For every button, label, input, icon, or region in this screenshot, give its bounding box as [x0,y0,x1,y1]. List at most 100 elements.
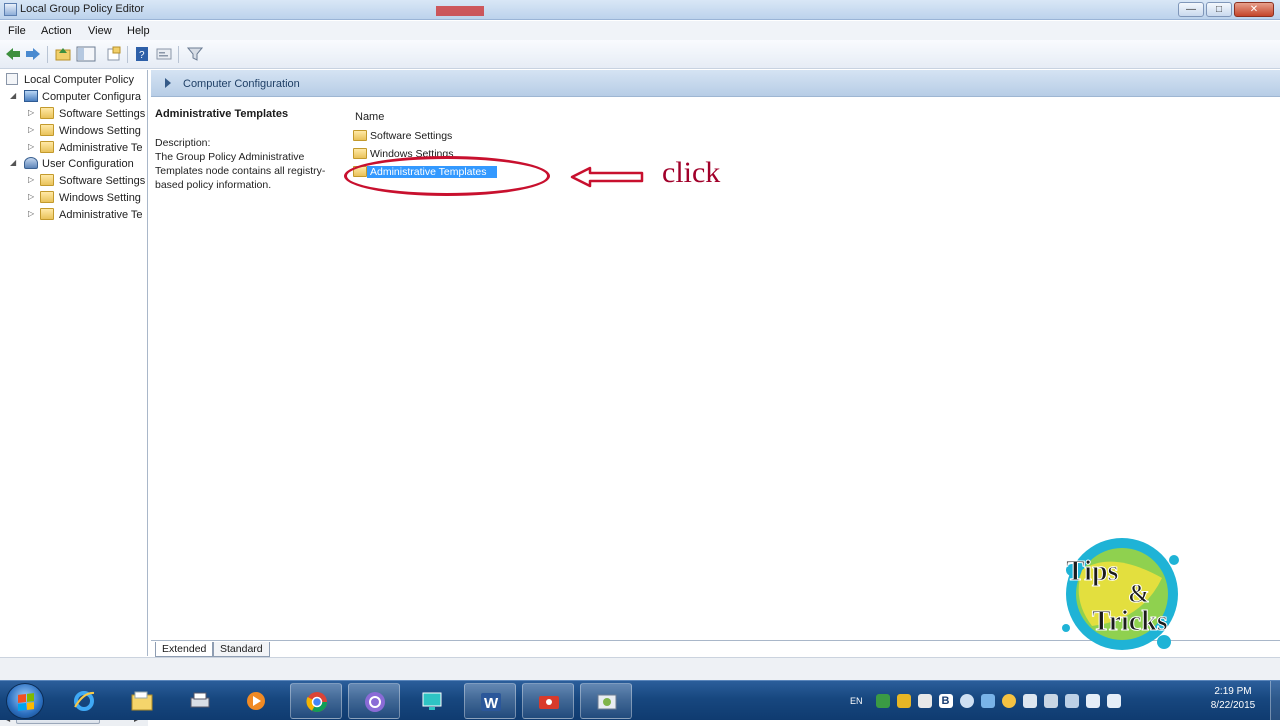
maximize-button[interactable]: □ [1206,2,1232,17]
filter-icon[interactable] [186,46,204,62]
column-header-name[interactable]: Name [355,111,384,123]
description-label: Description: [155,137,211,149]
collapse-arrow-icon[interactable]: ◢ [10,92,18,100]
computer-icon [24,90,38,102]
taskbar-internet-explorer[interactable] [58,683,110,719]
remote-desktop-icon [422,692,442,710]
tree-item-label: Software Settings [59,108,146,120]
toolbar-separator [127,46,128,63]
description-title: Administrative Templates [155,108,289,120]
description-text: The Group Policy Administrative Template… [155,151,326,191]
title-bar[interactable]: Local Group Policy Editor — □ ✕ [0,0,1280,20]
main-window: Local Group Policy Editor — □ ✕ File Act… [0,0,1280,726]
tray-app-icon[interactable] [896,694,911,708]
folder-icon [40,191,54,203]
menu-action[interactable]: Action [41,25,72,37]
word-icon: W [481,693,501,712]
app-icon [4,3,17,16]
clock-time: 2:19 PM [1214,686,1252,697]
description-panel: Administrative Templates Description: Th… [155,108,341,192]
help-icon[interactable]: ? [134,46,150,62]
file-explorer-icon [131,691,153,711]
svg-text:W: W [484,695,499,712]
folder-icon [353,148,367,159]
collapse-arrow-icon[interactable]: ◢ [10,159,18,167]
taskbar-remote-desktop[interactable] [406,683,458,719]
chat-icon[interactable] [980,694,995,708]
taskbar-chrome[interactable] [290,683,342,719]
tab-extended[interactable]: Extended [155,642,214,657]
folder-icon [40,107,54,119]
bold-b-icon[interactable]: B [938,694,953,708]
expand-arrow-icon[interactable]: ▷ [28,176,36,184]
close-button[interactable]: ✕ [1234,2,1274,17]
breadcrumb-label: Computer Configuration [183,78,300,90]
properties-icon[interactable] [156,46,172,62]
clock[interactable]: 2:19 PM 8/22/2015 [1200,685,1266,713]
globe-icon[interactable] [959,694,974,708]
tree-item-label: Local Computer Policy [24,74,135,86]
taskbar-media-player[interactable] [230,683,282,719]
tab-standard[interactable]: Standard [213,642,270,657]
security-icon[interactable] [917,694,932,708]
flag-icon[interactable] [1022,694,1037,708]
media-player-icon [247,692,265,710]
tips-tricks-logo: Tips & Tricks [1062,538,1179,650]
show-desktop-button[interactable] [1270,681,1280,721]
folder-icon [40,124,54,136]
expand-arrow-icon[interactable]: ▷ [28,143,36,151]
notification-icon[interactable] [1001,694,1016,708]
language-indicator[interactable]: EN [850,696,863,706]
forward-icon[interactable] [25,46,41,62]
taskbar-file-explorer[interactable] [116,683,168,719]
folder-icon [40,141,54,153]
expand-arrow-icon[interactable]: ▷ [28,193,36,201]
toolbar: ? [0,40,1280,69]
expand-arrow-icon[interactable]: ▷ [28,109,36,117]
chrome-icon [306,692,327,712]
expand-arrow-icon[interactable]: ▷ [28,126,36,134]
logo-text-tips: Tips [1066,556,1119,587]
printer-icon [190,692,210,708]
folder-icon [40,208,54,220]
taskbar-browser-e[interactable] [348,683,400,719]
svg-text:?: ? [139,50,145,61]
power-icon[interactable] [1064,694,1079,708]
logo-text-amp: & [1128,579,1150,608]
wifi-icon[interactable] [1085,694,1100,708]
show-hide-tree-icon[interactable] [76,46,96,62]
taskbar-group-policy[interactable] [580,683,632,719]
usb-icon[interactable] [1043,694,1058,708]
network-status-icon[interactable] [875,694,890,708]
minimize-button[interactable]: — [1178,2,1204,17]
browser-e-icon [365,692,385,712]
taskbar: W EN B 2:19 PM 8/22/2015 [0,680,1280,721]
volume-icon[interactable] [1106,694,1121,708]
logo-text-tricks: Tricks [1092,606,1168,637]
menu-help[interactable]: Help [127,25,150,37]
expand-arrow-icon[interactable]: ▷ [28,210,36,218]
menu-bar: File Action View Help [0,21,1280,40]
taskbar-word[interactable]: W [464,683,516,719]
taskbar-printer[interactable] [174,683,226,719]
menu-view[interactable]: View [88,25,112,37]
annotation-arrow-icon [570,166,644,188]
taskbar-screen-recorder[interactable] [522,683,574,719]
start-button[interactable] [6,683,44,719]
back-icon[interactable] [5,46,21,62]
breadcrumb-arrow-icon [165,78,171,88]
window-title: Local Group Policy Editor [20,3,145,15]
list-item-label: Software Settings [370,130,453,142]
user-icon [24,157,38,169]
internet-explorer-icon [74,691,95,711]
up-folder-icon[interactable] [55,46,71,62]
policy-icon [6,73,18,85]
menu-file[interactable]: File [8,25,26,37]
export-list-icon[interactable] [106,46,122,62]
tree-item-label: Windows Setting [59,192,141,204]
window-controls: — □ ✕ [1178,2,1274,17]
breadcrumb: Computer Configuration [151,70,1280,97]
tree-item-label: Administrative Te [59,209,143,221]
tree-item-label: Administrative Te [59,142,143,154]
tree-item-label: Software Settings [59,175,146,187]
